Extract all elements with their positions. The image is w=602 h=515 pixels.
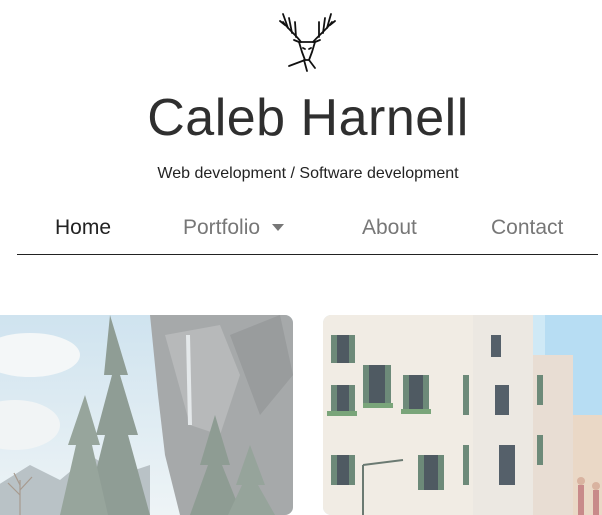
nav-item-label: Portfolio bbox=[183, 216, 261, 239]
caret-down-icon bbox=[272, 223, 285, 231]
nav-item-label: Contact bbox=[491, 216, 564, 239]
nav-item-home[interactable]: Home bbox=[55, 206, 111, 250]
mountain-waterfall-with-trees-photo bbox=[0, 315, 293, 515]
portfolio-card[interactable] bbox=[323, 315, 602, 515]
nav-item-label: Home bbox=[55, 216, 112, 239]
nav-item-contact[interactable]: Contact bbox=[491, 206, 563, 250]
site-tagline: Web development / Software development bbox=[157, 165, 459, 182]
nav-item-portfolio[interactable]: Portfolio bbox=[183, 206, 285, 250]
main-nav: Home Portfolio About Contact bbox=[17, 206, 598, 255]
venetian-buildings-street-photo bbox=[323, 315, 602, 515]
nav-item-about[interactable]: About bbox=[362, 206, 417, 250]
site-title: Caleb Harnell bbox=[147, 89, 469, 147]
deer-antlers-icon bbox=[279, 13, 336, 72]
nav-item-label: About bbox=[362, 216, 417, 239]
portfolio-card[interactable] bbox=[0, 315, 293, 515]
